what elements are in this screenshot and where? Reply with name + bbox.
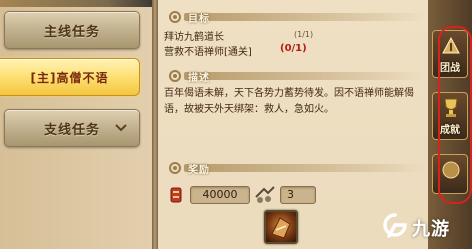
- top-scene-strip: [0, 0, 152, 7]
- watermark-text: 九游: [412, 219, 450, 240]
- tab-main-quests-label: 主线任务: [43, 24, 100, 40]
- tab-side-quests-label: 支线任务: [43, 122, 100, 138]
- goal-text-1: 拜访九鹤道长: [164, 32, 224, 43]
- description-header-text: 描述: [188, 73, 210, 84]
- quest-item-active[interactable]: [主]高僧不语: [0, 58, 140, 96]
- reward-item-slot[interactable]: [264, 210, 298, 244]
- experience-icon: [255, 186, 275, 203]
- reward-header-text: 奖励: [188, 165, 210, 176]
- gold-ingot-icon: [170, 187, 182, 203]
- nine-game-logo-icon: [383, 213, 407, 238]
- reward-gold-value: 40000: [190, 186, 250, 204]
- extra-menu-button[interactable]: [432, 154, 468, 194]
- goal-text-2: 营救不语禅师[通关]: [164, 47, 252, 58]
- reward-exp-value: 3: [280, 186, 316, 204]
- scroll-ornament-icon: [169, 11, 181, 23]
- chevron-down-icon: [115, 124, 127, 132]
- team-battle-button[interactable]: 团战: [432, 30, 468, 78]
- scroll-ornament-icon: [169, 70, 181, 82]
- goal-count-2: (0/1): [280, 43, 307, 54]
- description-section-header: 描述: [166, 68, 424, 84]
- achievement-button[interactable]: 成就: [432, 92, 468, 140]
- quest-window: 主线任务 [主]高僧不语 支线任务 目标 拜访九鹤道长 (1/1) 营救不语禅师…: [0, 0, 472, 249]
- watermark: 九游: [380, 212, 472, 240]
- trophy-icon: [444, 98, 458, 117]
- achievement-label: 成就: [440, 125, 460, 136]
- goal-header-text: 目标: [188, 14, 210, 25]
- goal-section-header: 目标: [166, 9, 424, 25]
- team-battle-label: 团战: [440, 63, 460, 74]
- tab-side-quests[interactable]: 支线任务: [4, 109, 140, 147]
- scroll-ornament-icon: [169, 162, 181, 174]
- quest-description: 百年偈语未解，天下各势力蓄势待发。因不语禅师能解偈语，故被天外天绑架：救人，急如…: [164, 88, 414, 115]
- reward-item-icon: [271, 217, 291, 239]
- tab-main-quests[interactable]: 主线任务: [4, 11, 140, 49]
- quest-item-active-label: [主]高僧不语: [30, 70, 109, 85]
- goal-count-1: (1/1): [294, 30, 314, 39]
- quest-list-panel: 主线任务 [主]高僧不语 支线任务: [0, 0, 152, 249]
- extra-menu-icon: [442, 161, 460, 179]
- reward-section-header: 奖励: [166, 160, 424, 176]
- team-battle-icon: [442, 36, 460, 54]
